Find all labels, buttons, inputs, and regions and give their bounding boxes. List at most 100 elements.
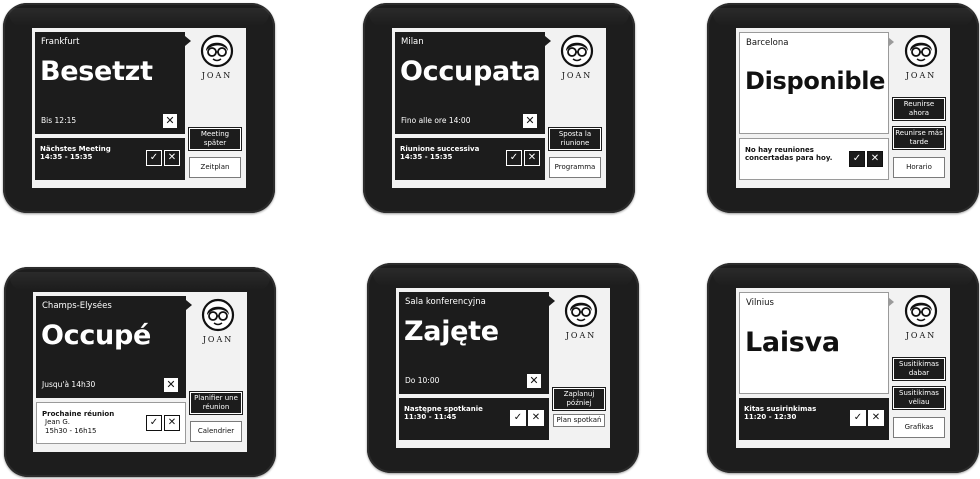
check-icon: ✓ (509, 152, 519, 163)
meet-now-button[interactable]: Susitikimas dabar (892, 357, 946, 381)
joan-face-icon (200, 34, 234, 68)
screen: Barcelona Disponible No hay reuniones co… (736, 28, 950, 188)
confirm-button[interactable]: ✓ (146, 415, 162, 431)
next-meeting-title: Prochaine réunion (42, 410, 115, 418)
room-location: Champs-Elysées (42, 301, 112, 311)
end-meeting-button[interactable]: ✕ (163, 114, 177, 128)
room-status: Besetzt (40, 56, 153, 87)
room-status: Occupata (400, 56, 541, 87)
status-panel: Sala konferencyjna Zajęte Do 10:00 ✕ (399, 292, 555, 394)
device-sala-konferencyjna: Sala konferencyjna Zajęte Do 10:00 ✕ Nas… (367, 263, 639, 473)
next-meeting-time: 11:20 - 12:30 (744, 413, 797, 421)
joan-face-icon (564, 294, 598, 328)
device-vilnius: Vilnius Laisva Kitas susirinkimas 11:20 … (707, 263, 979, 473)
schedule-button[interactable]: Horario (893, 157, 945, 178)
device-champs-elysees: Champs-Elysées Occupé Jusqu'à 14h30 ✕ Pr… (4, 267, 276, 477)
next-meeting-time: 14:35 - 15:35 (40, 153, 93, 161)
confirm-button[interactable]: ✓ (146, 150, 162, 166)
brand-name: JOAN (201, 71, 233, 80)
next-meeting-time: 14:35 - 15:35 (400, 153, 453, 161)
confirm-button[interactable]: ✓ (849, 151, 865, 167)
room-status: Zajęte (404, 316, 499, 347)
joan-logo: JOAN (554, 34, 600, 86)
brand-name: JOAN (561, 71, 593, 80)
joan-face-icon (201, 298, 235, 332)
device-milan: Milan Occupata Fino alle ore 14:00 ✕ Riu… (363, 3, 635, 213)
joan-face-icon (904, 294, 938, 328)
next-meeting-title: Nächstes Meeting (40, 145, 111, 153)
screen: Vilnius Laisva Kitas susirinkimas 11:20 … (736, 288, 950, 448)
room-location: Frankfurt (41, 37, 80, 47)
meet-later-button[interactable]: Susitikimas vėliau (892, 386, 946, 410)
plan-later-button[interactable]: Zaplanuj później (552, 387, 606, 411)
cancel-button[interactable]: ✕ (164, 415, 180, 431)
cancel-button[interactable]: ✕ (164, 150, 180, 166)
meet-now-button[interactable]: Reunirse ahora (892, 97, 946, 121)
calendar-button[interactable]: Calendrier (190, 421, 242, 442)
check-icon: ✓ (853, 412, 863, 423)
joan-logo: JOAN (558, 294, 604, 346)
cancel-button[interactable]: ✕ (867, 151, 883, 167)
schedule-button[interactable]: Programma (549, 157, 601, 178)
room-location: Sala konferencyjna (405, 297, 486, 307)
screen: Frankfurt Besetzt Bis 12:15 ✕ Nächstes M… (32, 28, 246, 188)
status-panel: Barcelona Disponible (739, 32, 894, 134)
screen: Champs-Elysées Occupé Jusqu'à 14h30 ✕ Pr… (33, 292, 247, 452)
check-icon: ✓ (149, 152, 159, 163)
confirm-button[interactable]: ✓ (506, 150, 522, 166)
next-meeting-organizer: Jean G. (45, 418, 70, 426)
close-icon: ✕ (527, 152, 537, 163)
end-meeting-button[interactable]: ✕ (527, 374, 541, 388)
end-meeting-button[interactable]: ✕ (523, 114, 537, 128)
close-icon: ✕ (529, 374, 539, 387)
confirm-button[interactable]: ✓ (850, 410, 866, 426)
end-meeting-button[interactable]: ✕ (164, 378, 178, 392)
close-icon: ✕ (165, 114, 175, 127)
brand-name: JOAN (905, 71, 937, 80)
booked-until: Do 10:00 (405, 376, 440, 385)
next-meeting-panel: Prochaine réunion Jean G. 15h30 - 16h15 … (36, 402, 186, 444)
confirm-button[interactable]: ✓ (510, 410, 526, 426)
device-frankfurt: Frankfurt Besetzt Bis 12:15 ✕ Nächstes M… (3, 3, 275, 213)
check-icon: ✓ (852, 153, 862, 164)
booked-until: Fino alle ore 14:00 (401, 116, 471, 125)
next-meeting-panel: Następne spotkanie 11:30 - 11:45 ✓ ✕ (399, 398, 549, 440)
close-icon: ✕ (871, 412, 881, 423)
schedule-button[interactable]: Grafikas (893, 417, 945, 438)
close-icon: ✕ (525, 114, 535, 127)
cancel-button[interactable]: ✕ (524, 150, 540, 166)
move-meeting-button[interactable]: Sposta la riunione (548, 127, 602, 151)
cancel-button[interactable]: ✕ (528, 410, 544, 426)
next-meeting-title: Następne spotkanie (404, 405, 483, 413)
next-meeting-time: 15h30 - 16h15 (45, 427, 97, 435)
next-meeting-panel: Kitas susirinkimas 11:20 - 12:30 ✓ ✕ (739, 398, 889, 440)
meeting-plan-button[interactable]: Plan spotkań (553, 414, 605, 427)
next-meeting-title: Kitas susirinkimas (744, 405, 817, 413)
device-barcelona: Barcelona Disponible No hay reuniones co… (707, 3, 979, 213)
brand-name: JOAN (905, 331, 937, 340)
joan-face-icon (904, 34, 938, 68)
close-icon: ✕ (870, 153, 880, 164)
brand-name: JOAN (202, 335, 234, 344)
booked-until: Bis 12:15 (41, 116, 77, 125)
joan-logo: JOAN (898, 34, 944, 86)
room-status: Disponible (745, 67, 886, 95)
status-panel: Vilnius Laisva (739, 292, 894, 394)
screen: Milan Occupata Fino alle ore 14:00 ✕ Riu… (392, 28, 606, 188)
screen: Sala konferencyjna Zajęte Do 10:00 ✕ Nas… (396, 288, 610, 448)
next-meeting-panel: Riunione successiva 14:35 - 15:35 ✓ ✕ (395, 138, 545, 180)
schedule-button[interactable]: Zeitplan (189, 157, 241, 178)
close-icon: ✕ (167, 417, 177, 428)
room-status: Laisva (745, 327, 840, 358)
cancel-button[interactable]: ✕ (868, 410, 884, 426)
joan-logo: JOAN (194, 34, 240, 86)
room-location: Vilnius (746, 298, 774, 308)
joan-face-icon (560, 34, 594, 68)
room-status: Occupé (41, 320, 152, 351)
status-panel: Frankfurt Besetzt Bis 12:15 ✕ (35, 32, 191, 134)
meeting-later-button[interactable]: Meeting später (188, 127, 242, 151)
close-icon: ✕ (167, 152, 177, 163)
meet-later-button[interactable]: Reunirse más tarde (892, 126, 946, 150)
plan-meeting-button[interactable]: Planifier une réunion (189, 391, 243, 415)
close-icon: ✕ (531, 412, 541, 423)
